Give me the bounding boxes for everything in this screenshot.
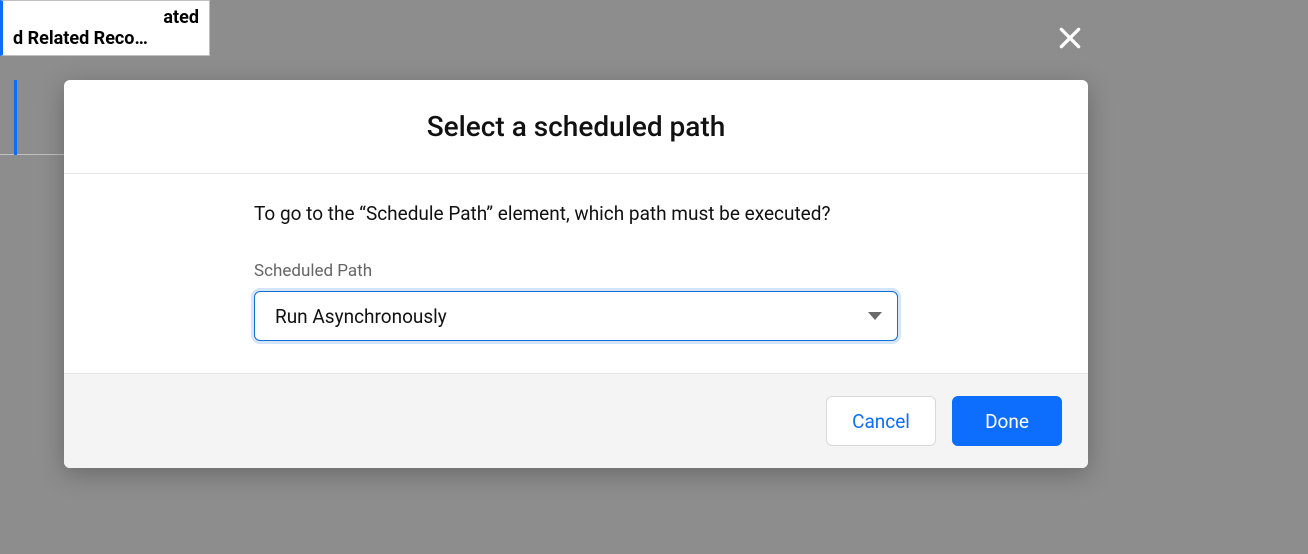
modal-title: Select a scheduled path	[84, 110, 1068, 143]
done-button-label: Done	[985, 410, 1029, 433]
flow-node-line2: d Related Reco…	[13, 28, 199, 49]
modal-header: Select a scheduled path	[64, 80, 1088, 174]
flow-connector-vline	[14, 80, 17, 155]
flow-node-line1: ated	[13, 7, 199, 28]
scheduled-path-combobox[interactable]: Run Asynchronously	[254, 291, 898, 341]
scheduled-path-value: Run Asynchronously	[275, 305, 447, 328]
cancel-button-label: Cancel	[852, 410, 910, 433]
modal-footer: Cancel Done	[64, 373, 1088, 468]
chevron-down-icon	[867, 308, 883, 324]
cancel-button[interactable]: Cancel	[826, 396, 936, 446]
scheduled-path-label: Scheduled Path	[254, 261, 898, 281]
modal-body: To go to the “Schedule Path” element, wh…	[64, 174, 1088, 373]
select-scheduled-path-modal: Select a scheduled path To go to the “Sc…	[64, 80, 1088, 468]
flow-node-partial: ated d Related Reco…	[0, 0, 210, 56]
close-button[interactable]	[1054, 24, 1086, 56]
modal-prompt: To go to the “Schedule Path” element, wh…	[254, 202, 898, 225]
close-icon	[1057, 25, 1083, 55]
done-button[interactable]: Done	[952, 396, 1062, 446]
